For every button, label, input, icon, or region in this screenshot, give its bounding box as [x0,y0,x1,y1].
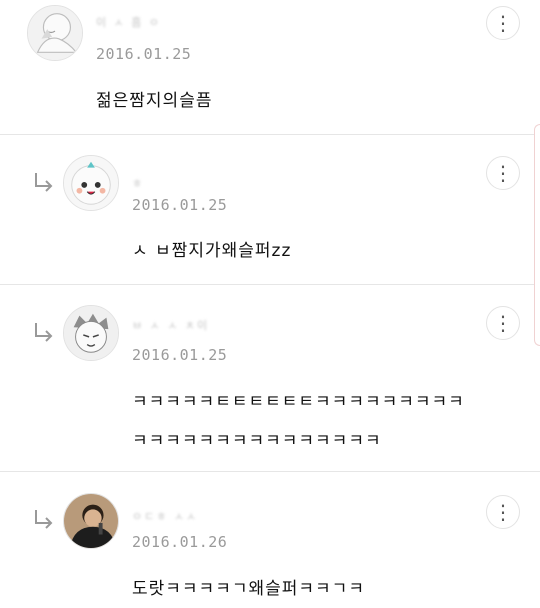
reply-item: ㅇㄷㅎ ㅅㅅ 2016.01.26 도랏ㅋㅋㅋㅋㄱ왜슬퍼ㅋㅋㄱㅋ ⋮ [0,472,540,608]
avatar[interactable] [63,493,119,549]
comment-username: 이 ㅅ 흠 ㅇ [96,16,161,29]
comment-text: ㅋㅋㅋㅋㅋㅌㅌㅌㅌㅌㅌㅋㅋㅋㅋㅋㅋㅋㅋㅋ [132,392,465,412]
reply-arrow-icon [32,171,54,193]
comment-date: 2016.01.25 [96,45,192,63]
more-options-button[interactable]: ⋮ [486,306,520,340]
more-options-button[interactable]: ⋮ [486,6,520,40]
comment-text: 도랏ㅋㅋㅋㅋㄱ왜슬퍼ㅋㅋㄱㅋ [132,579,365,599]
comment-date: 2016.01.25 [132,346,228,364]
more-options-button[interactable]: ⋮ [486,156,520,190]
comment-item: 이 ㅅ 흠 ㅇ 2016.01.25 젊은짬지의슬픔 ⋮ [0,0,540,134]
comment-text-line-2: ㅋㅋㅋㅋㅋㅋㅋㅋㅋㅋㅋㅋㅋㅋㅋ [132,431,382,451]
more-vertical-icon: ⋮ [493,500,513,524]
more-vertical-icon: ⋮ [493,311,513,335]
reply-arrow-icon [32,508,54,530]
avatar-icon [64,156,118,210]
comment-date: 2016.01.26 [132,533,228,551]
reply-item: ㅎ 2016.01.25 ㅅ ㅂ짬지가왜슬퍼zz ⋮ [0,135,540,285]
avatar[interactable] [63,305,119,361]
more-options-button[interactable]: ⋮ [486,495,520,529]
comment-text: 젊은짬지의슬픔 [96,91,213,111]
avatar-icon [28,6,82,60]
reply-item: ㅂ ㅅ ㅅ ㅊ이 2016.01.25 ㅋㅋㅋㅋㅋㅌㅌㅌㅌㅌㅌㅋㅋㅋㅋㅋㅋㅋㅋㅋ… [0,285,540,471]
comment-username: ㅎ [132,177,145,190]
avatar[interactable] [27,5,83,61]
comment-date: 2016.01.25 [132,196,228,214]
more-vertical-icon: ⋮ [493,161,513,185]
avatar-icon [64,306,118,360]
scrollbar[interactable] [534,124,540,346]
reply-arrow-icon [32,321,54,343]
avatar[interactable] [63,155,119,211]
comment-username: ㅂ ㅅ ㅅ ㅊ이 [132,319,210,332]
more-vertical-icon: ⋮ [493,11,513,35]
comment-text: ㅅ ㅂ짬지가왜슬퍼zz [132,241,292,261]
comment-username: ㅇㄷㅎ ㅅㅅ [132,510,199,523]
avatar-icon [64,494,118,548]
